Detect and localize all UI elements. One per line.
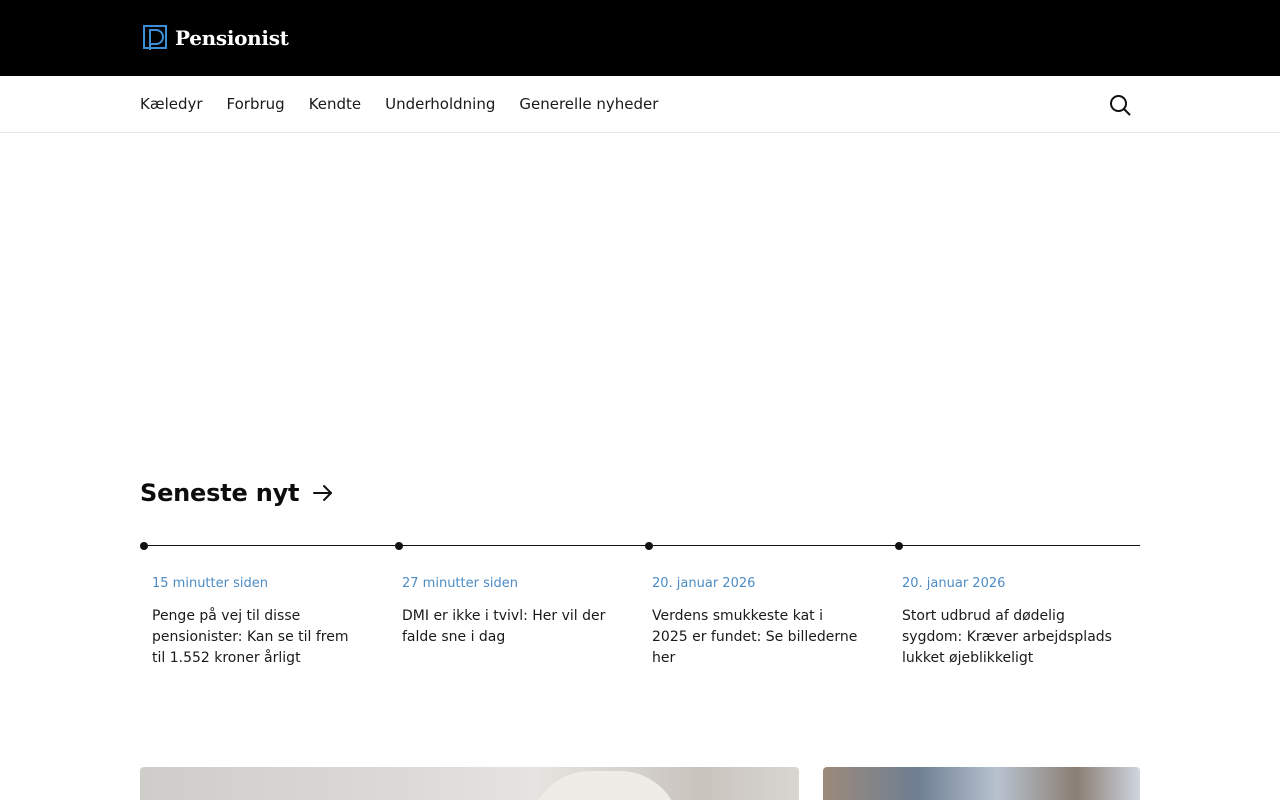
timeline-line	[140, 545, 1140, 546]
nav-item-underholdning[interactable]: Underholdning	[385, 95, 495, 113]
latest-news-heading-link[interactable]: Seneste nyt	[140, 479, 335, 507]
timeline-dot	[395, 542, 403, 550]
news-time: 20. januar 2026	[652, 576, 756, 591]
secondary-article-image[interactable]	[823, 767, 1140, 800]
news-time: 20. januar 2026	[902, 576, 1006, 591]
news-title: Stort udbrud af dødelig sygdom: Kræver a…	[902, 608, 1112, 666]
timeline-dot	[895, 542, 903, 550]
logo-mark-icon	[143, 25, 169, 51]
news-title: DMI er ikke i tvivl: Her vil der falde s…	[402, 608, 606, 645]
search-icon[interactable]	[1108, 93, 1132, 117]
section-title: Seneste nyt	[140, 479, 300, 507]
nav-item-kendte[interactable]: Kendte	[309, 95, 361, 113]
nav-item-kaeledyr[interactable]: Kæledyr	[140, 95, 203, 113]
news-item[interactable]: 20. januar 2026 Verdens smukkeste kat i …	[652, 574, 862, 669]
nav-item-generelle-nyheder[interactable]: Generelle nyheder	[519, 95, 658, 113]
timeline-dot	[645, 542, 653, 550]
site-header: Pensionist	[0, 0, 1280, 76]
featured-article-image[interactable]	[140, 767, 799, 800]
news-time: 15 minutter siden	[152, 576, 268, 591]
news-item[interactable]: 20. januar 2026 Stort udbrud af dødelig …	[902, 574, 1112, 669]
news-title: Penge på vej til disse pensionister: Kan…	[152, 608, 349, 666]
news-item[interactable]: 15 minutter siden Penge på vej til disse…	[152, 574, 362, 669]
main-navigation: Kæledyr Forbrug Kendte Underholdning Gen…	[0, 76, 1280, 133]
news-item[interactable]: 27 minutter siden DMI er ikke i tvivl: H…	[402, 574, 612, 648]
nav-item-forbrug[interactable]: Forbrug	[227, 95, 285, 113]
logo-text: Pensionist	[175, 26, 289, 50]
news-title: Verdens smukkeste kat i 2025 er fundet: …	[652, 608, 858, 666]
site-logo[interactable]: Pensionist	[143, 24, 289, 52]
timeline-dot	[140, 542, 148, 550]
news-time: 27 minutter siden	[402, 576, 518, 591]
arrow-right-icon	[311, 481, 335, 505]
image-content	[530, 771, 680, 800]
nav-list: Kæledyr Forbrug Kendte Underholdning Gen…	[140, 76, 682, 132]
